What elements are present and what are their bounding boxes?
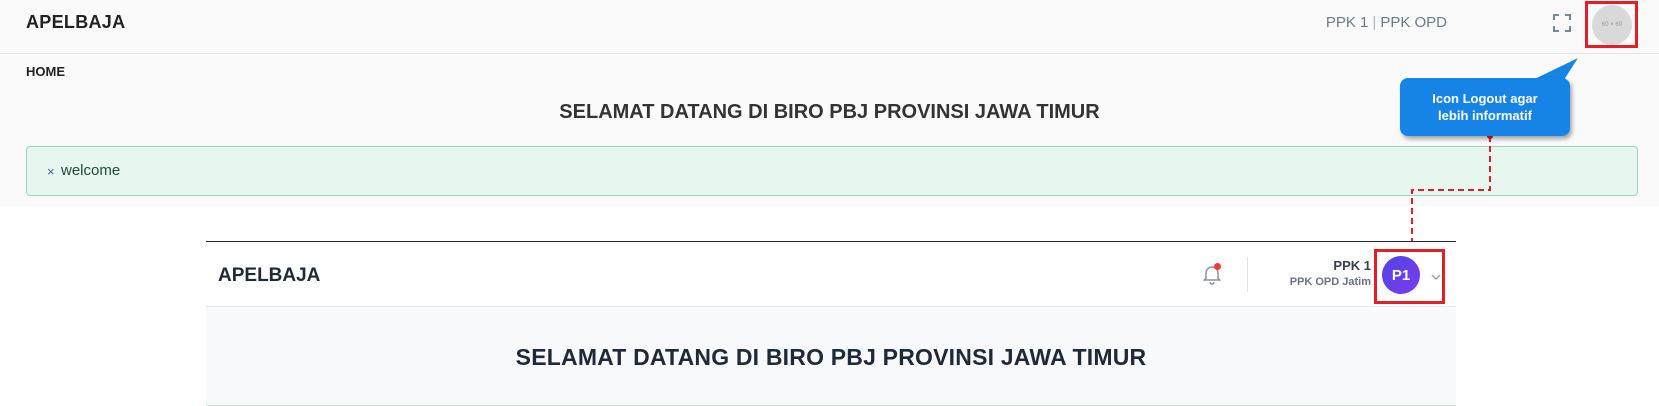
- fullscreen-icon[interactable]: [1552, 13, 1572, 33]
- callout-line-2: lebih informatif: [1438, 108, 1532, 123]
- annotation-callout: Icon Logout agar lebih informatif: [1400, 78, 1570, 136]
- old-brand-logo[interactable]: APELBAJA: [26, 12, 125, 33]
- old-header: APELBAJA PPK 1 | PPK OPD 60 × 60: [0, 0, 1659, 54]
- new-user-name: PPK 1: [1333, 258, 1371, 273]
- new-header: APELBAJA PPK 1 PPK OPD Jatim P1: [206, 242, 1456, 307]
- welcome-alert: × welcome: [26, 146, 1638, 196]
- new-user-info[interactable]: PPK 1 PPK OPD Jatim: [1256, 258, 1371, 288]
- breadcrumb[interactable]: HOME: [26, 64, 65, 79]
- header-divider: [1247, 257, 1248, 292]
- new-page-title: SELAMAT DATANG DI BIRO PBJ PROVINSI JAWA…: [515, 344, 1147, 370]
- comparison-screenshot: APELBAJA PPK 1 | PPK OPD 60 × 60 HOME SELA…: [0, 0, 1659, 406]
- old-user-role: PPK 1: [1325, 14, 1369, 31]
- old-user-info: PPK 1 | PPK OPD: [1326, 14, 1447, 31]
- alert-close-icon[interactable]: ×: [47, 164, 55, 179]
- new-avatar-highlight-box: [1374, 249, 1445, 304]
- alert-message: welcome: [61, 162, 121, 179]
- new-brand-logo[interactable]: APELBAJA: [218, 265, 320, 287]
- notification-dot: [1214, 263, 1221, 270]
- old-avatar-highlight-box: [1585, 1, 1638, 48]
- old-user-org: PPK OPD: [1380, 14, 1447, 31]
- new-version-panel: APELBAJA PPK 1 PPK OPD Jatim P1 SELAMAT …: [206, 241, 1456, 406]
- old-user-separator: |: [1372, 14, 1377, 31]
- new-user-org: PPK OPD Jatim: [1289, 276, 1371, 288]
- callout-line-1: Icon Logout agar: [1432, 91, 1538, 106]
